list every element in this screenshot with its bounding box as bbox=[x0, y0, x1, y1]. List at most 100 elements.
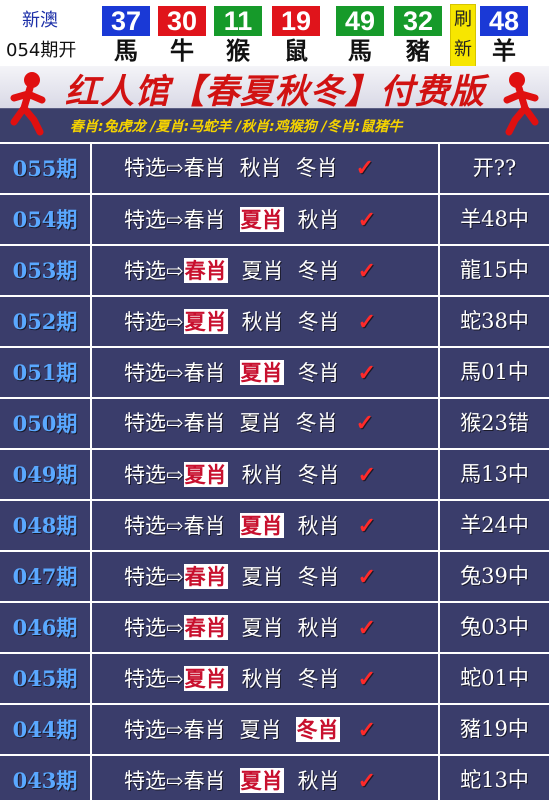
season-pick: 秋肖 bbox=[297, 514, 340, 538]
season-pick: 冬肖 bbox=[297, 259, 340, 283]
pick-cell: 特选⇨夏肖 秋肖 冬肖 ✓ bbox=[92, 654, 440, 703]
period-cell: 043期 bbox=[0, 756, 92, 805]
check-icon: ✓ bbox=[357, 513, 377, 539]
pick-cell: 特选⇨春肖 夏肖 冬肖 ✓ bbox=[92, 705, 440, 754]
result-ball: 11 猴 bbox=[212, 4, 264, 66]
ball-number: 30 bbox=[158, 6, 206, 36]
pick-cell: 特选⇨春肖 夏肖 秋肖 ✓ bbox=[92, 195, 440, 244]
pick-lead: 特选⇨ bbox=[124, 208, 184, 232]
pick-cell: 特选⇨春肖 夏肖 冬肖 ✓ bbox=[92, 399, 440, 448]
season-pick: 冬肖 bbox=[297, 463, 340, 487]
period-cell: 052期 bbox=[0, 297, 92, 346]
season-pick: 夏肖 bbox=[241, 565, 284, 589]
table-row: 050期 特选⇨春肖 夏肖 冬肖 ✓ 猴23错 bbox=[0, 397, 549, 448]
pick-lead: 特选⇨ bbox=[124, 718, 184, 742]
ball-zodiac: 馬 bbox=[114, 36, 138, 65]
season-pick: 春肖 bbox=[183, 514, 226, 538]
season-pick: 秋肖 bbox=[241, 463, 284, 487]
season-pick: 夏肖 bbox=[239, 360, 284, 385]
season-pick: 冬肖 bbox=[297, 565, 340, 589]
pick-lead: 特选⇨ bbox=[124, 514, 184, 538]
period-cell: 055期 bbox=[0, 144, 92, 193]
banner-subtitle: 春肖:兔虎龙 /夏肖:马蛇羊 /秋肖:鸡猴狗 /冬肖:鼠猪牛 bbox=[70, 119, 403, 135]
result-cell: 兔39中 bbox=[460, 564, 529, 588]
pick-cell: 特选⇨春肖 夏肖 秋肖 ✓ bbox=[92, 603, 440, 652]
ball-number: 32 bbox=[394, 6, 442, 36]
check-icon: ✓ bbox=[357, 768, 377, 794]
season-pick: 夏肖 bbox=[239, 513, 284, 538]
result-ball: 49 馬 bbox=[334, 4, 386, 66]
table-row: 043期 特选⇨春肖 夏肖 秋肖 ✓ 蛇13中 bbox=[0, 754, 549, 805]
ball-zodiac: 羊 bbox=[492, 36, 516, 65]
ball-zodiac: 猴 bbox=[226, 36, 250, 65]
pick-cell: 特选⇨夏肖 秋肖 冬肖 ✓ bbox=[92, 450, 440, 499]
ball-number: 48 bbox=[480, 6, 528, 36]
ball-zodiac: 馬 bbox=[348, 36, 372, 65]
result-cell: 馬13中 bbox=[460, 462, 529, 486]
result-cell: 蛇01中 bbox=[460, 666, 529, 690]
ball-zodiac: 鼠 bbox=[284, 36, 308, 65]
check-icon: ✓ bbox=[357, 309, 377, 335]
period-cell: 049期 bbox=[0, 450, 92, 499]
running-man-icon bbox=[10, 72, 46, 136]
check-icon: ✓ bbox=[357, 564, 377, 590]
ball-zodiac: 牛 bbox=[170, 36, 194, 65]
pick-lead: 特选⇨ bbox=[124, 411, 184, 435]
check-icon: ✓ bbox=[357, 360, 377, 386]
result-ball: 37 馬 bbox=[100, 4, 152, 66]
pick-lead: 特选⇨ bbox=[124, 259, 184, 283]
pick-cell: 特选⇨春肖 夏肖 秋肖 ✓ bbox=[92, 756, 440, 805]
refresh-label-2: 新 bbox=[454, 39, 472, 60]
period-cell: 051期 bbox=[0, 348, 92, 397]
season-pick: 秋肖 bbox=[241, 667, 284, 691]
result-cell: 龍15中 bbox=[460, 258, 529, 282]
pick-cell: 特选⇨春肖 秋肖 冬肖 ✓ bbox=[92, 144, 440, 193]
season-pick: 春肖 bbox=[183, 361, 226, 385]
pick-cell: 特选⇨春肖 夏肖 冬肖 ✓ bbox=[92, 246, 440, 295]
banner-title: 红人馆【春夏秋冬】付费版 bbox=[65, 72, 485, 112]
check-icon: ✓ bbox=[357, 717, 377, 743]
season-pick: 冬肖 bbox=[297, 310, 340, 334]
result-ball: 19 鼠 bbox=[270, 4, 322, 66]
pick-cell: 特选⇨春肖 夏肖 秋肖 ✓ bbox=[92, 501, 440, 550]
refresh-button[interactable]: 刷 新 bbox=[450, 4, 476, 68]
banner: 红人馆【春夏秋冬】付费版 春肖:兔虎龙 /夏肖:马蛇羊 /秋肖:鸡猴狗 /冬肖:… bbox=[0, 66, 549, 142]
pick-lead: 特选⇨ bbox=[124, 361, 184, 385]
result-cell: 馬01中 bbox=[460, 360, 529, 384]
ball-zodiac: 豬 bbox=[406, 36, 430, 65]
result-ball: 32 豬 bbox=[392, 4, 444, 66]
season-pick: 秋肖 bbox=[297, 616, 340, 640]
result-cell: 开?? bbox=[472, 156, 517, 180]
season-pick: 秋肖 bbox=[297, 208, 340, 232]
table-row: 045期 特选⇨夏肖 秋肖 冬肖 ✓ 蛇01中 bbox=[0, 652, 549, 703]
pick-lead: 特选⇨ bbox=[124, 769, 184, 793]
season-pick: 夏肖 bbox=[183, 462, 228, 487]
ball-number: 49 bbox=[336, 6, 384, 36]
season-pick: 夏肖 bbox=[183, 666, 228, 691]
season-pick: 冬肖 bbox=[297, 667, 340, 691]
period-cell: 044期 bbox=[0, 705, 92, 754]
period-cell: 047期 bbox=[0, 552, 92, 601]
period-cell: 050期 bbox=[0, 399, 92, 448]
season-pick: 秋肖 bbox=[241, 310, 284, 334]
region-label: 新澳 bbox=[22, 10, 58, 31]
season-pick: 春肖 bbox=[183, 769, 226, 793]
season-pick: 冬肖 bbox=[295, 717, 340, 742]
season-pick: 夏肖 bbox=[239, 411, 282, 435]
pick-lead: 特选⇨ bbox=[124, 310, 184, 334]
refresh-label-1: 刷 bbox=[454, 9, 472, 30]
check-icon: ✓ bbox=[357, 462, 377, 488]
table-row: 051期 特选⇨春肖 夏肖 冬肖 ✓ 馬01中 bbox=[0, 346, 549, 397]
pick-cell: 特选⇨夏肖 秋肖 冬肖 ✓ bbox=[92, 297, 440, 346]
season-pick: 夏肖 bbox=[241, 259, 284, 283]
draw-period-label: 054期开 bbox=[6, 40, 77, 61]
pick-cell: 特选⇨春肖 夏肖 冬肖 ✓ bbox=[92, 348, 440, 397]
period-cell: 046期 bbox=[0, 603, 92, 652]
lottery-result-bar: 新澳 054期开 37 馬 30 牛 11 猴 19 鼠 49 馬 32 豬 48 羊 刷 新 bbox=[0, 0, 549, 68]
period-cell: 053期 bbox=[0, 246, 92, 295]
season-pick: 秋肖 bbox=[239, 156, 282, 180]
check-icon: ✓ bbox=[357, 258, 377, 284]
season-pick: 春肖 bbox=[183, 564, 228, 589]
pick-lead: 特选⇨ bbox=[124, 616, 184, 640]
period-cell: 054期 bbox=[0, 195, 92, 244]
